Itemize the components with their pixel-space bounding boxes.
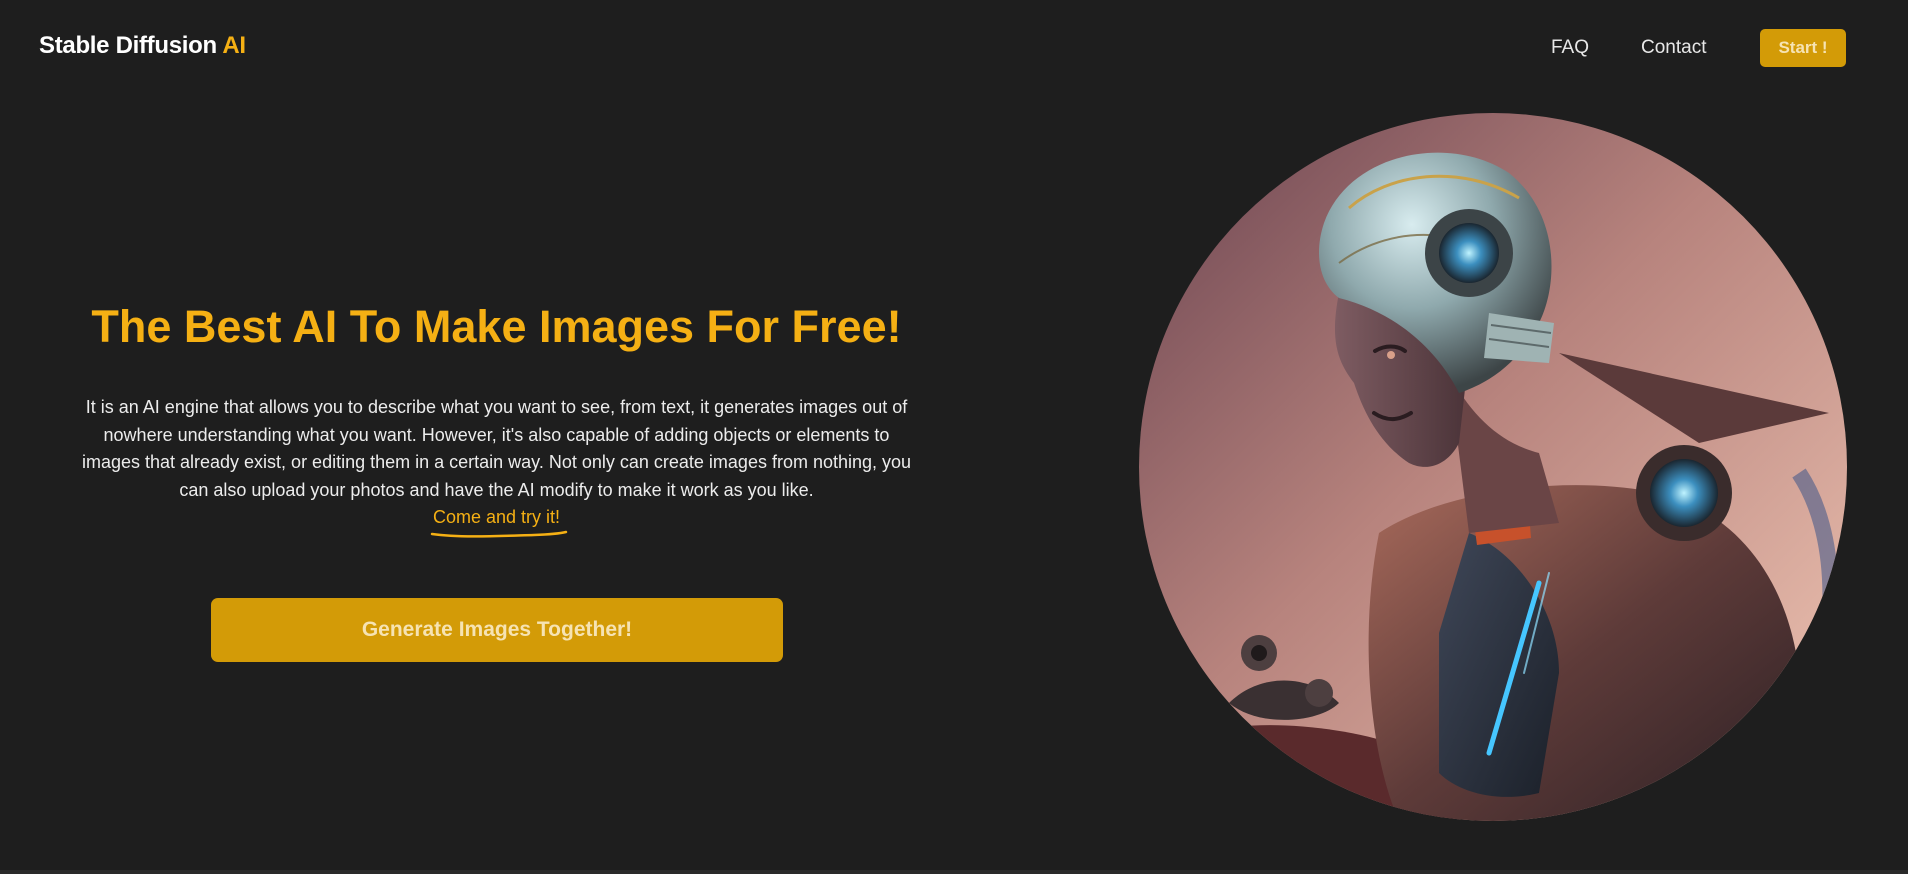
robot-hero-image [1139,113,1847,821]
nav-faq-link[interactable]: FAQ [1551,37,1589,59]
underline-squiggle-icon [430,530,568,538]
nav-contact-link[interactable]: Contact [1641,37,1706,59]
logo-accent: AI [222,32,246,59]
come-try-link-text: Come and try it! [432,507,561,527]
generate-images-button[interactable]: Generate Images Together! [211,598,783,662]
hero-title: The Best AI To Make Images For Free! [91,301,902,352]
site-header: Stable Diffusion AI FAQ Contact Start ! [0,0,1908,96]
site-logo[interactable]: Stable Diffusion AI [39,32,246,60]
robot-illustration [1139,113,1847,821]
hero-description-text: It is an AI engine that allows you to de… [81,397,912,500]
come-try-link[interactable]: Come and try it! [430,504,568,538]
start-button[interactable]: Start ! [1760,29,1846,67]
hero-description: It is an AI engine that allows you to de… [81,394,912,538]
hero-section: The Best AI To Make Images For Free! It … [0,300,993,538]
logo-text: Stable Diffusion [39,32,217,59]
bottom-divider [0,870,1908,874]
